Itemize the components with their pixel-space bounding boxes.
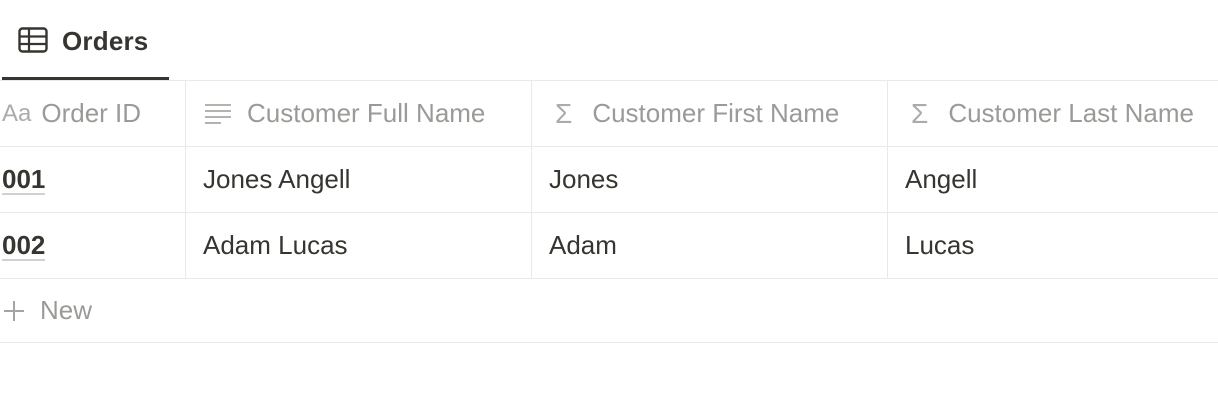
view-tabbar: Orders: [0, 0, 1218, 81]
column-header-label: Customer First Name: [592, 98, 840, 128]
order-id-cell[interactable]: 001: [0, 147, 186, 212]
full-name-cell[interactable]: Adam Lucas: [186, 213, 532, 278]
first-name-cell[interactable]: Jones: [532, 147, 888, 212]
formula-sigma-icon: Σ: [555, 97, 573, 129]
text-lines-icon: [205, 103, 231, 124]
column-header-label: Order ID: [41, 98, 142, 128]
plus-icon: [4, 300, 24, 321]
table-row[interactable]: 002 Adam Lucas Adam Lucas: [0, 213, 1218, 279]
column-header-customer-first-name[interactable]: Σ Customer First Name: [532, 81, 888, 146]
column-header-customer-last-name[interactable]: Σ Customer Last Name: [888, 81, 1218, 146]
text-aa-icon: Aa: [2, 99, 32, 127]
new-row-label: New: [40, 295, 93, 325]
table-icon: [18, 27, 48, 53]
order-id-link[interactable]: 002: [2, 231, 46, 261]
orders-table: Aa Order ID Customer Full Name Σ Custome…: [0, 81, 1218, 343]
formula-sigma-icon: Σ: [911, 97, 929, 129]
tab-orders[interactable]: Orders: [2, 16, 169, 80]
table-header-row: Aa Order ID Customer Full Name Σ Custome…: [0, 81, 1218, 147]
full-name-cell[interactable]: Jones Angell: [186, 147, 532, 212]
last-name-cell[interactable]: Angell: [888, 147, 1218, 212]
last-name-cell[interactable]: Lucas: [888, 213, 1218, 278]
table-row[interactable]: 001 Jones Angell Jones Angell: [0, 147, 1218, 213]
order-id-cell[interactable]: 002: [0, 213, 186, 278]
column-header-label: Customer Full Name: [247, 98, 486, 128]
tab-label: Orders: [62, 26, 149, 56]
column-header-label: Customer Last Name: [948, 98, 1194, 128]
column-header-order-id[interactable]: Aa Order ID: [0, 81, 186, 146]
order-id-link[interactable]: 001: [2, 165, 46, 195]
add-new-row-button[interactable]: New: [0, 279, 1218, 343]
column-header-customer-full-name[interactable]: Customer Full Name: [186, 81, 532, 146]
first-name-cell[interactable]: Adam: [532, 213, 888, 278]
